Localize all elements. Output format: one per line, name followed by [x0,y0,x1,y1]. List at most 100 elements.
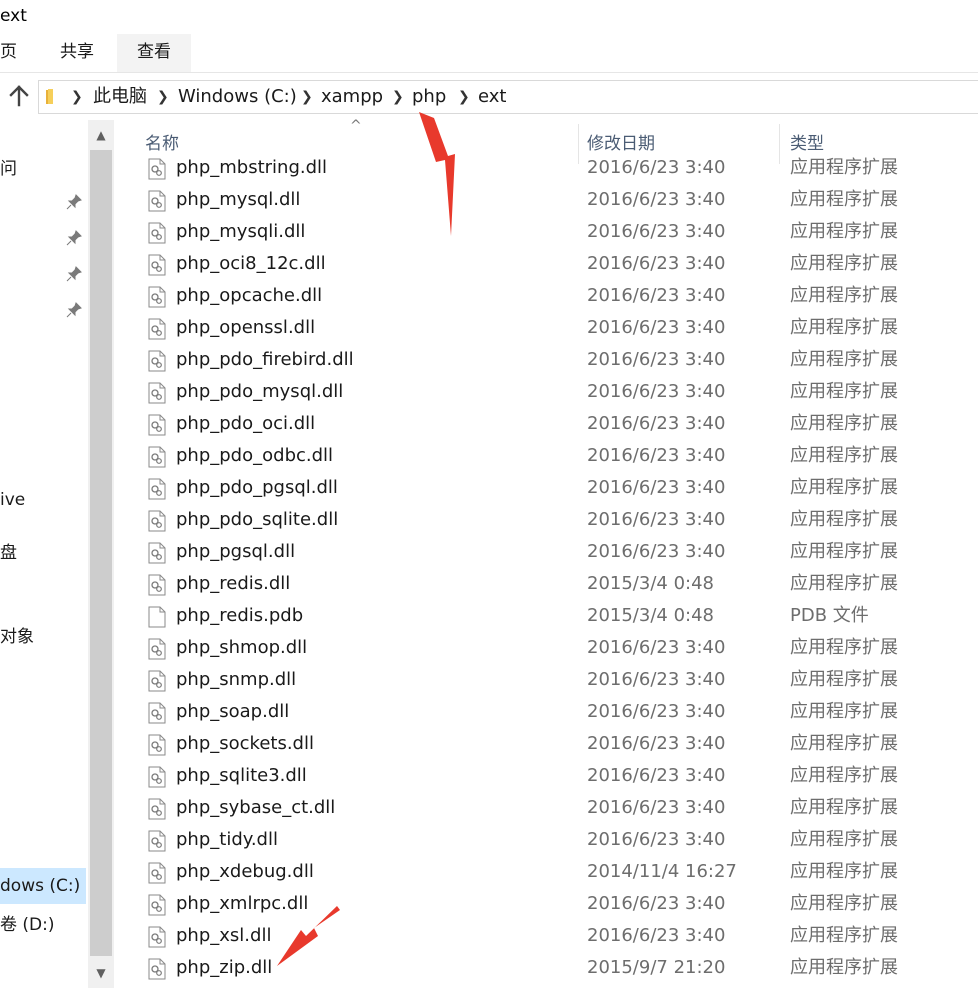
file-row[interactable]: php_pgsql.dll 2016/6/23 3:40 应用程序扩展 [114,536,978,568]
file-row[interactable]: php_mbstring.dll 2016/6/23 3:40 应用程序扩展 [114,152,978,184]
file-date: 2015/3/4 0:48 [587,573,714,594]
file-row[interactable]: php_mysql.dll 2016/6/23 3:40 应用程序扩展 [114,184,978,216]
nav-item-quick-access[interactable]: 问 [0,154,17,179]
file-name: php_openssl.dll [176,317,316,338]
pin-icon[interactable] [66,266,82,282]
file-row[interactable]: php_oci8_12c.dll 2016/6/23 3:40 应用程序扩展 [114,248,978,280]
file-row[interactable]: php_tidy.dll 2016/6/23 3:40 应用程序扩展 [114,824,978,856]
folder-icon [46,89,53,104]
breadcrumb-xampp[interactable]: xampp [321,81,383,113]
file-row[interactable]: php_zip.dll 2015/9/7 21:20 应用程序扩展 [114,952,978,984]
file-row[interactable]: php_xmlrpc.dll 2016/6/23 3:40 应用程序扩展 [114,888,978,920]
chevron-right-icon[interactable]: ❯ [301,81,313,113]
dll-file-icon [148,958,166,980]
pin-icon[interactable] [66,302,82,318]
file-row[interactable]: php_sqlite3.dll 2016/6/23 3:40 应用程序扩展 [114,760,978,792]
tab-home[interactable]: 页 [0,34,17,72]
dll-file-icon [148,158,166,180]
dll-file-icon [148,766,166,788]
file-row[interactable]: php_pdo_mysql.dll 2016/6/23 3:40 应用程序扩展 [114,376,978,408]
breadcrumb-ext[interactable]: ext [478,81,506,113]
breadcrumb-windows-c[interactable]: Windows (C:) [178,81,297,113]
pin-icon[interactable] [66,194,82,210]
file-name: php_pgsql.dll [176,541,296,562]
file-name: php_redis.dll [176,573,291,594]
nav-item-windows-c[interactable]: dows (C:) [0,868,86,904]
file-row[interactable]: php_pdo_oci.dll 2016/6/23 3:40 应用程序扩展 [114,408,978,440]
file-date: 2016/6/23 3:40 [587,253,726,274]
nav-item-objects[interactable]: 对象 [0,622,34,647]
file-name: php_redis.pdb [176,605,304,626]
file-name: php_xsl.dll [176,925,272,946]
file-row[interactable]: php_pdo_firebird.dll 2016/6/23 3:40 应用程序扩展 [114,344,978,376]
file-list: php_mbstring.dll 2016/6/23 3:40 应用程序扩展 php_… [114,152,978,988]
file-date: 2014/11/4 16:27 [587,861,737,882]
file-row[interactable]: php_pdo_odbc.dll 2016/6/23 3:40 应用程序扩展 [114,440,978,472]
file-type: PDB 文件 [790,605,869,626]
file-type: 应用程序扩展 [790,477,898,498]
file-row[interactable]: php_soap.dll 2016/6/23 3:40 应用程序扩展 [114,696,978,728]
pin-icon[interactable] [66,230,82,246]
file-row[interactable]: php_pdo_pgsql.dll 2016/6/23 3:40 应用程序扩展 [114,472,978,504]
file-row[interactable]: php_openssl.dll 2016/6/23 3:40 应用程序扩展 [114,312,978,344]
dll-file-icon [148,574,166,596]
file-type: 应用程序扩展 [790,253,898,274]
file-date: 2016/6/23 3:40 [587,413,726,434]
nav-scrollbar[interactable]: ▲ ▼ [88,120,114,988]
breadcrumb-this-pc[interactable]: 此电脑 [93,81,147,113]
file-row[interactable]: php_pdo_sqlite.dll 2016/6/23 3:40 应用程序扩展 [114,504,978,536]
file-type: 应用程序扩展 [790,285,898,306]
nav-item-onedrive[interactable]: ive [0,490,25,510]
file-row[interactable]: php_redis.dll 2015/3/4 0:48 应用程序扩展 [114,568,978,600]
file-name: php_oci8_12c.dll [176,253,326,274]
file-row[interactable]: php_xdebug.dll 2014/11/4 16:27 应用程序扩展 [114,856,978,888]
file-date: 2016/6/23 3:40 [587,509,726,530]
dll-file-icon [148,286,166,308]
file-date: 2016/6/23 3:40 [587,477,726,498]
scroll-up-icon[interactable]: ▲ [88,120,114,150]
file-row[interactable]: php_opcache.dll 2016/6/23 3:40 应用程序扩展 [114,280,978,312]
file-name: php_mysqli.dll [176,221,306,242]
file-date: 2016/6/23 3:40 [587,797,726,818]
file-type: 应用程序扩展 [790,957,898,978]
file-type: 应用程序扩展 [790,509,898,530]
scroll-down-icon[interactable]: ▼ [88,958,114,988]
dll-file-icon [148,638,166,660]
file-name: php_pdo_mysql.dll [176,381,344,402]
nav-item-volume-d[interactable]: 卷 (D:) [0,910,55,935]
file-date: 2016/6/23 3:40 [587,285,726,306]
file-name: php_mbstring.dll [176,157,328,178]
dll-file-icon [148,382,166,404]
nav-item-drive[interactable]: 盘 [0,538,17,563]
tab-share[interactable]: 共享 [60,34,94,72]
file-type: 应用程序扩展 [790,221,898,242]
chevron-right-icon[interactable]: ❯ [392,81,404,113]
file-row[interactable]: php_shmop.dll 2016/6/23 3:40 应用程序扩展 [114,632,978,664]
file-name: php_zip.dll [176,957,273,978]
file-name: php_sybase_ct.dll [176,797,336,818]
file-date: 2016/6/23 3:40 [587,221,726,242]
chevron-right-icon[interactable]: ❯ [157,81,169,113]
file-row[interactable]: php_sybase_ct.dll 2016/6/23 3:40 应用程序扩展 [114,792,978,824]
chevron-right-icon[interactable]: ❯ [458,81,470,113]
file-row[interactable]: php_xsl.dll 2016/6/23 3:40 应用程序扩展 [114,920,978,952]
file-date: 2015/3/4 0:48 [587,605,714,626]
file-date: 2016/6/23 3:40 [587,349,726,370]
file-name: php_mysql.dll [176,189,301,210]
file-name: php_xmlrpc.dll [176,893,309,914]
file-date: 2016/6/23 3:40 [587,189,726,210]
file-row[interactable]: php_mysqli.dll 2016/6/23 3:40 应用程序扩展 [114,216,978,248]
file-row[interactable]: php_sockets.dll 2016/6/23 3:40 应用程序扩展 [114,728,978,760]
chevron-right-icon[interactable]: ❯ [71,81,83,113]
file-row[interactable]: php_redis.pdb 2015/3/4 0:48 PDB 文件 [114,600,978,632]
breadcrumb-php[interactable]: php [412,81,446,113]
file-row[interactable]: php_snmp.dll 2016/6/23 3:40 应用程序扩展 [114,664,978,696]
scrollbar-thumb[interactable] [90,150,112,956]
file-type: 应用程序扩展 [790,349,898,370]
dll-file-icon [148,670,166,692]
file-type: 应用程序扩展 [790,765,898,786]
dll-file-icon [148,254,166,276]
up-arrow-icon[interactable] [6,81,32,111]
tab-view[interactable]: 查看 [117,34,191,72]
address-bar[interactable]: ❯ 此电脑 ❯ Windows (C:) ❯ xampp ❯ php ❯ ext [38,80,978,114]
